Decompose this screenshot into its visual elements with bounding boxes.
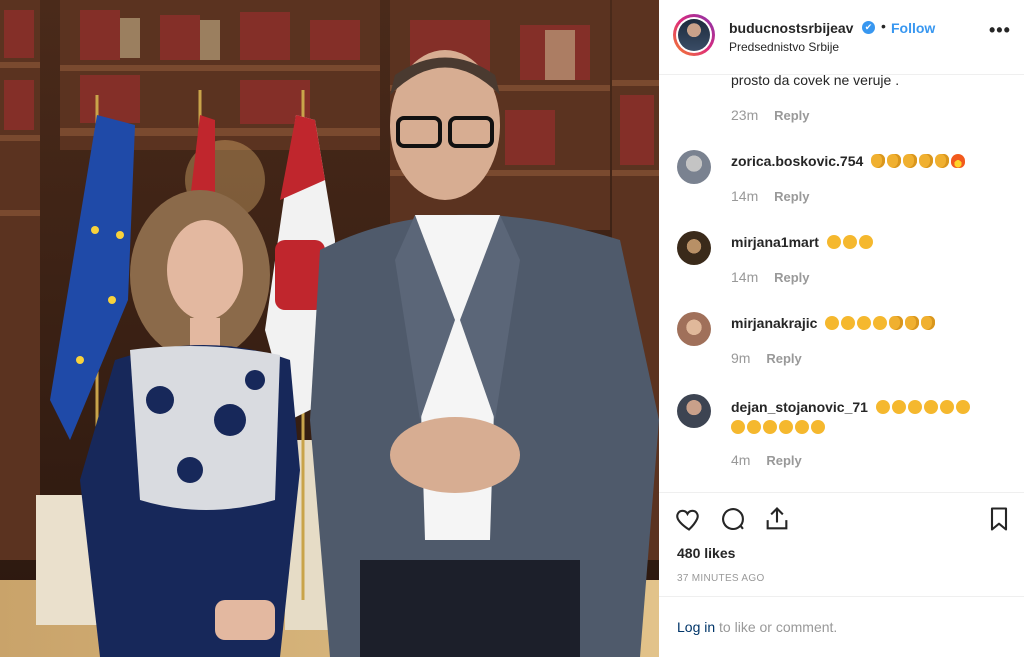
author-avatar[interactable] xyxy=(673,14,715,56)
comment-time: 4m xyxy=(731,452,751,468)
comment-time: 23m xyxy=(731,107,759,123)
comment-emoji xyxy=(891,400,906,414)
commenter-avatar[interactable] xyxy=(677,150,711,184)
follow-button[interactable]: Follow xyxy=(891,20,935,36)
comment-meta: 14m Reply xyxy=(731,269,810,285)
login-link[interactable]: Log in xyxy=(677,619,715,635)
bookmark-icon[interactable] xyxy=(985,505,1015,535)
comment-meta: 9m Reply xyxy=(731,350,802,366)
comment-emoji xyxy=(731,420,745,434)
comment-emoji xyxy=(747,420,761,434)
comment-emoji xyxy=(811,420,825,434)
comment-body: dejan_stojanovic_71 xyxy=(731,397,1011,437)
comment-emoji xyxy=(873,316,888,330)
commenter-username[interactable]: dejan_stojanovic_71 xyxy=(731,399,868,415)
comment-emoji xyxy=(825,316,840,330)
commenter-username[interactable]: mirjana1mart xyxy=(731,234,819,250)
comment-emoji xyxy=(871,154,886,168)
comment-emoji xyxy=(919,154,934,168)
comment-emoji xyxy=(889,316,904,330)
comments-list[interactable]: prosto da covek ne veruje . 23m Reply zo… xyxy=(659,60,1024,492)
post-header: buducnostsrbijeav ✔ • Follow Predsednist… xyxy=(659,0,1024,75)
comment-emoji xyxy=(907,400,922,414)
post-timestamp: 37 MINUTES AGO xyxy=(677,573,765,584)
reply-button[interactable]: Reply xyxy=(766,351,801,366)
comment-meta: 23m Reply xyxy=(731,107,810,123)
comment-body: mirjanakrajic xyxy=(731,315,937,331)
comment-time: 14m xyxy=(731,188,759,204)
comment-emoji xyxy=(841,316,856,330)
comment-emoji xyxy=(905,316,920,330)
comment-icon[interactable] xyxy=(719,505,749,535)
comment-emoji xyxy=(955,400,970,414)
reply-button[interactable]: Reply xyxy=(766,453,801,468)
reply-button[interactable]: Reply xyxy=(774,270,809,285)
comment-emoji xyxy=(842,235,857,249)
login-prompt-rest: to like or comment. xyxy=(715,619,838,635)
comment-emoji xyxy=(763,420,777,434)
verified-badge-icon: ✔ xyxy=(862,21,875,34)
header-separator: • xyxy=(881,18,886,34)
comment-emoji xyxy=(887,154,902,168)
commenter-avatar[interactable] xyxy=(677,394,711,428)
more-options-icon[interactable]: ••• xyxy=(989,20,1011,41)
post-actions: 480 likes 37 MINUTES AGO xyxy=(659,492,1024,597)
comment-meta: 4m Reply xyxy=(731,452,802,468)
comment-body: mirjana1mart xyxy=(731,234,875,250)
comment-time: 9m xyxy=(731,350,751,366)
comment-emoji xyxy=(951,154,966,168)
comment-emoji xyxy=(935,154,950,168)
commenter-username[interactable]: mirjanakrajic xyxy=(731,315,817,331)
post-sidebar: buducnostsrbijeav ✔ • Follow Predsednist… xyxy=(659,0,1024,657)
commenter-username[interactable]: zorica.boskovic.754 xyxy=(731,153,863,169)
comment-emoji xyxy=(921,316,936,330)
heart-icon[interactable] xyxy=(675,505,705,535)
reply-button[interactable]: Reply xyxy=(774,189,809,204)
comment-emoji xyxy=(779,420,793,434)
commenter-avatar[interactable] xyxy=(677,312,711,346)
comment-emoji xyxy=(875,400,890,414)
comment-emoji xyxy=(795,420,809,434)
reply-button[interactable]: Reply xyxy=(774,108,809,123)
post-photo[interactable] xyxy=(0,0,659,657)
comment-time: 14m xyxy=(731,269,759,285)
comment-meta: 14m Reply xyxy=(731,188,810,204)
post-location[interactable]: Predsednistvo Srbije xyxy=(729,40,839,54)
share-icon[interactable] xyxy=(763,505,793,535)
comment-emoji xyxy=(826,235,841,249)
comment-body: zorica.boskovic.754 xyxy=(731,153,967,169)
comment-emoji xyxy=(858,235,873,249)
instagram-post-modal: buducnostsrbijeav ✔ • Follow Predsednist… xyxy=(0,0,1024,657)
login-prompt: Log in to like or comment. xyxy=(659,596,1024,658)
comment-emoji xyxy=(939,400,954,414)
likes-count[interactable]: 480 likes xyxy=(677,545,735,561)
comment-emoji xyxy=(903,154,918,168)
post-photo-illustration xyxy=(0,0,659,657)
login-prompt-text: Log in to like or comment. xyxy=(677,619,837,635)
author-username[interactable]: buducnostsrbijeav xyxy=(729,20,853,36)
commenter-avatar[interactable] xyxy=(677,231,711,265)
comment-emoji xyxy=(923,400,938,414)
comment-emoji xyxy=(857,316,872,330)
